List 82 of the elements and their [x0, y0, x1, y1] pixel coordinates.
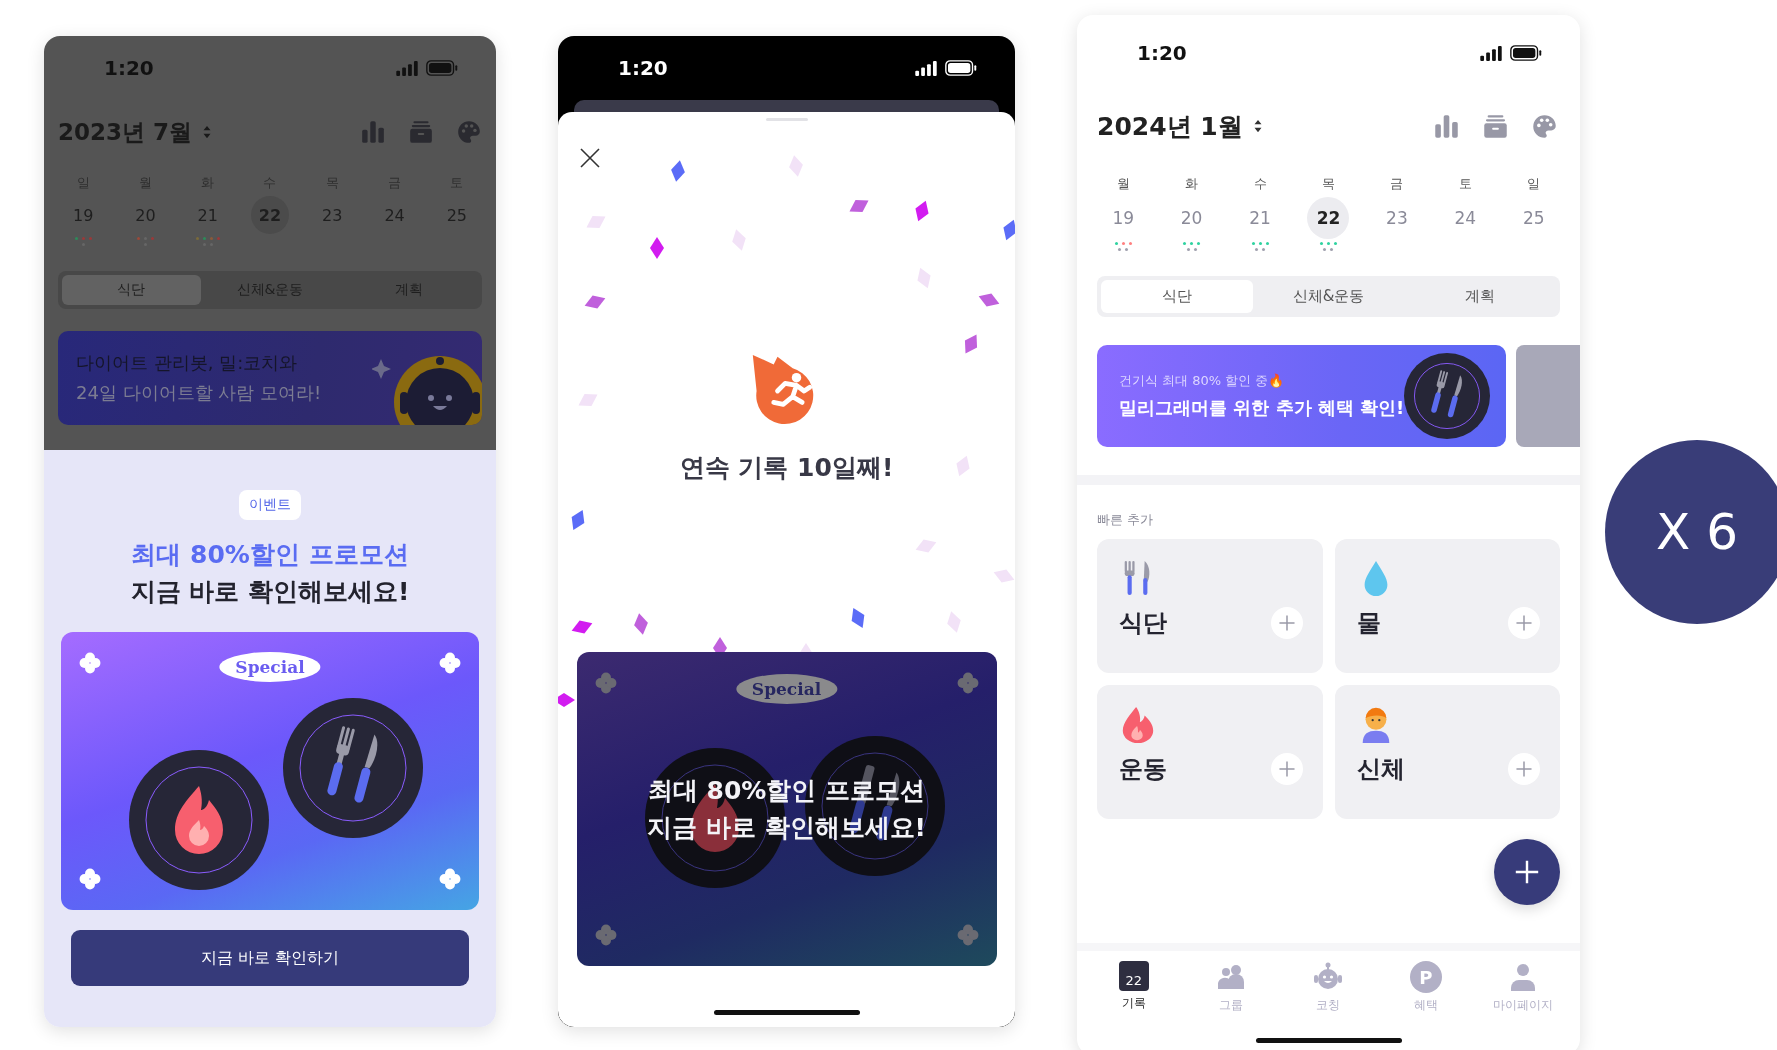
close-icon[interactable] — [578, 146, 602, 170]
battery-icon — [945, 60, 977, 76]
status-time: 1:20 — [618, 56, 668, 80]
weekday-label: 목 — [1322, 175, 1335, 193]
event-badge: 이벤트 — [239, 490, 301, 520]
quick-add-label: 식단 — [1119, 608, 1167, 639]
plus-icon[interactable] — [1508, 753, 1540, 785]
quick-add-label: 신체 — [1356, 754, 1405, 785]
signal-icon — [1480, 45, 1502, 61]
weekday-label: 금 — [1390, 175, 1404, 193]
palette-icon[interactable] — [1531, 112, 1558, 140]
clover-icon — [956, 672, 979, 694]
palette-icon[interactable] — [456, 119, 482, 145]
quick-add-card[interactable]: 식단 — [1097, 539, 1323, 673]
tab[interactable]: 계획 — [1404, 280, 1556, 313]
date-item[interactable]: 24 — [1444, 197, 1487, 239]
plus-icon[interactable] — [1270, 753, 1303, 785]
plus-icon — [1513, 858, 1541, 886]
section-heading: 빠른 추가 — [1097, 511, 1155, 529]
date-item[interactable]: 25 — [1512, 197, 1555, 239]
plus-icon[interactable] — [1508, 607, 1540, 639]
signal-icon — [396, 60, 418, 76]
clover-icon — [439, 652, 461, 674]
weekday-label: 토 — [1458, 175, 1472, 193]
weekday-label: 수 — [1253, 175, 1267, 193]
promo-banner[interactable]: 건기식 최대 80% 할인 중🔥 밀리그래머를 위한 추가 혜택 확인! — [1097, 345, 1507, 447]
date-item[interactable]: 20 — [1170, 197, 1213, 239]
bar-chart-icon[interactable] — [1433, 112, 1460, 140]
nav-tab[interactable]: 그룹 — [1182, 961, 1280, 1014]
check-now-button[interactable]: 지금 바로 확인하기 — [71, 930, 469, 986]
status-time: 1:20 — [104, 56, 154, 80]
add-button[interactable] — [1494, 839, 1560, 905]
tab[interactable]: 식단 — [1101, 280, 1253, 313]
banner-title: 다이어트 관리봇, 밀:코치와 — [76, 351, 299, 375]
status-time: 1:20 — [1137, 41, 1187, 65]
clover-icon — [956, 924, 979, 946]
bar-chart-icon[interactable] — [360, 119, 386, 145]
nav-tab[interactable]: 22 기록 — [1085, 961, 1183, 1014]
quick-add-card[interactable]: 물 — [1334, 539, 1560, 673]
promo-headline: 최대 80%할인 프로모션 — [131, 539, 409, 571]
banner-subtitle: 건기식 최대 80% 할인 중🔥 — [1119, 372, 1286, 390]
banner-title: 밀리그래머를 위한 추가 혜택 확인! — [1119, 396, 1405, 420]
weekday-label: 일 — [1527, 175, 1541, 193]
special-label: Special — [219, 652, 321, 682]
date-item[interactable]: 22 — [1307, 197, 1350, 239]
clover-icon — [79, 868, 101, 890]
special-label: Special — [735, 674, 838, 704]
nav-tab[interactable]: 코칭 — [1279, 961, 1378, 1014]
quick-add-card[interactable]: 운동 — [1097, 685, 1323, 819]
quick-add-label: 물 — [1356, 608, 1381, 639]
tab[interactable]: 식단 — [62, 275, 201, 305]
signal-icon — [915, 60, 937, 76]
promo-headline: 최대 80%할인 프로모션 — [647, 775, 926, 807]
banner-subtitle: 24일 다이어트할 사람 모여라! — [76, 381, 322, 405]
date-item[interactable]: 23 — [1375, 197, 1418, 239]
promo-headline: 지금 바로 확인해보세요! — [130, 576, 410, 608]
clover-icon — [79, 652, 101, 674]
battery-icon — [1510, 45, 1542, 61]
month-title[interactable]: 2023년 7월 — [58, 116, 193, 148]
points-icon: P — [1409, 961, 1442, 993]
quick-add-label: 운동 — [1119, 754, 1167, 785]
date-item[interactable]: 21 — [1239, 197, 1282, 239]
battery-icon — [426, 60, 458, 76]
tab[interactable]: 신체&운동 — [1252, 280, 1405, 313]
nav-tab[interactable]: P 혜택 — [1377, 961, 1475, 1014]
streak-title: 연속 기록 10일째! — [679, 452, 894, 484]
promo-banner[interactable]: 다이어트 관리봇, 밀:코치와 24일 다이어트할 사람 모여라! — [58, 331, 482, 425]
plus-icon[interactable] — [1270, 607, 1303, 639]
archive-box-icon[interactable] — [1482, 112, 1509, 140]
archive-box-icon[interactable] — [408, 119, 434, 145]
nav-tab[interactable]: 마이페이지 — [1474, 961, 1572, 1014]
clover-icon — [594, 924, 617, 946]
quick-add-card[interactable]: 신체 — [1334, 685, 1560, 819]
date-item[interactable]: 19 — [1102, 197, 1145, 239]
multiplier-badge: X 6 — [1605, 440, 1777, 624]
clover-icon — [439, 868, 461, 890]
clover-icon — [594, 672, 617, 694]
weekday-label: 월 — [1116, 175, 1130, 193]
sort-arrows-icon[interactable] — [1252, 119, 1263, 133]
weekday-label: 화 — [1185, 175, 1199, 193]
month-title[interactable]: 2024년 1월 — [1097, 109, 1243, 143]
calendar-icon: 22 — [1118, 961, 1149, 991]
